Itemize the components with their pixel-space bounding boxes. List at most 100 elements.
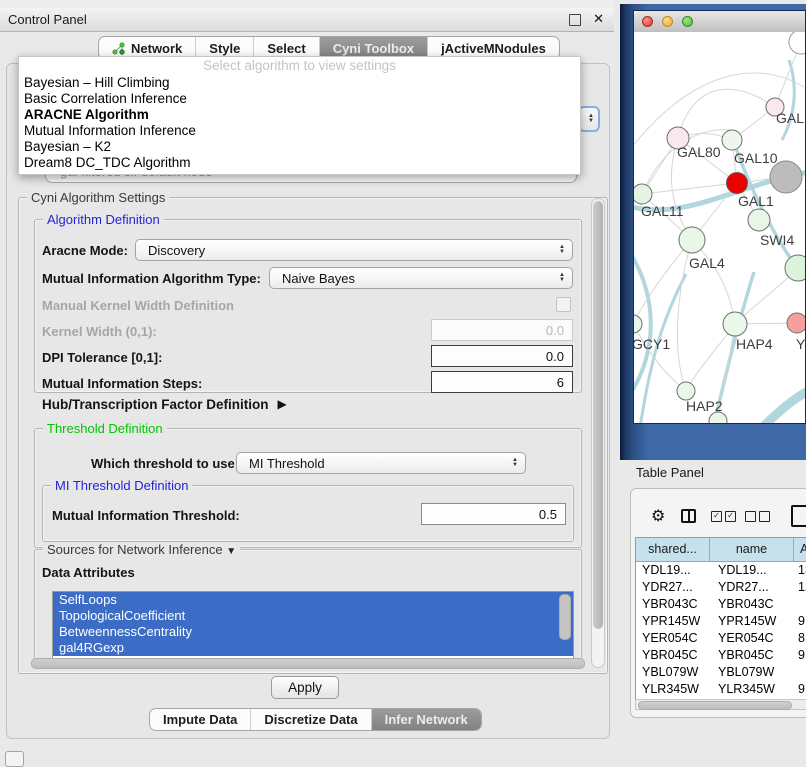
apply-button-label: Apply	[288, 680, 322, 695]
hub-definition-label: Hub/Transcription Factor Definition	[42, 397, 269, 412]
table-row[interactable]: YLR345WYLR345W9.	[636, 681, 806, 698]
list-item[interactable]: TopologicalCoefficient	[53, 608, 573, 624]
list-item[interactable]: BetweennessCentrality	[53, 624, 573, 640]
column-header[interactable]: name	[710, 538, 794, 561]
node-gal1-selected[interactable]	[727, 173, 748, 194]
node-label: GAL4	[689, 255, 725, 271]
checked-checkbox-icon[interactable]: ✓	[725, 511, 736, 522]
node-unlabeled[interactable]	[789, 32, 805, 54]
edge[interactable]	[782, 60, 794, 140]
unchecked-checkbox-icon[interactable]	[745, 511, 756, 522]
table-scrollbar-thumb[interactable]	[638, 701, 792, 710]
node-salmon[interactable]	[787, 313, 805, 333]
network-tab-icon	[112, 42, 125, 55]
zoom-traffic-light[interactable]	[682, 16, 693, 27]
node-label: HAP2	[686, 398, 723, 414]
mi-type-combo[interactable]: Naive Bayes ▲▼	[269, 267, 573, 289]
which-threshold-combo[interactable]: MI Threshold ▲▼	[236, 452, 526, 474]
edge[interactable]	[692, 240, 735, 324]
hub-definition-expander[interactable]: Hub/Transcription Factor Definition ▶	[42, 395, 287, 413]
mi-threshold-field[interactable]: 0.5	[421, 503, 566, 525]
node-swi4[interactable]	[748, 209, 770, 231]
dropdown-item[interactable]: Bayesian – Hill Climbing	[19, 75, 580, 91]
aracne-mode-value: Discovery	[148, 243, 205, 258]
table-row[interactable]: YDL19...YDL19...13	[636, 562, 806, 579]
algorithm-definition-title: Algorithm Definition	[43, 212, 164, 227]
table-row[interactable]: YDR27...YDR27...12	[636, 579, 806, 596]
table-row[interactable]: YBR045CYBR045C9.	[636, 647, 806, 664]
dropdown-placeholder: Select algorithm to view settings	[19, 57, 580, 75]
which-threshold-label: Which threshold to use:	[91, 456, 239, 471]
manual-kernel-checkbox[interactable]	[556, 297, 571, 312]
unchecked-checkbox-icon[interactable]	[759, 511, 770, 522]
settings-horizontal-scrollbar[interactable]	[31, 658, 585, 669]
minimize-traffic-light[interactable]	[662, 16, 673, 27]
table-row[interactable]: YBL079WYBL079W	[636, 664, 806, 681]
node-gal4[interactable]	[679, 227, 705, 253]
data-attributes-label: Data Attributes	[42, 565, 135, 580]
aracne-mode-label: Aracne Mode:	[42, 243, 128, 258]
top-strip	[0, 0, 614, 8]
dropdown-item[interactable]: Basic Correlation Inference	[19, 91, 580, 107]
sources-title-wrap[interactable]: Sources for Network Inference ▼	[43, 542, 240, 559]
dropdown-item[interactable]: Dream8 DC_TDC Algorithm	[19, 155, 580, 171]
tab-discretize-data[interactable]: Discretize Data	[250, 709, 370, 730]
node-label: SWI4	[760, 232, 794, 248]
spinner-arrows-icon: ▲▼	[512, 458, 518, 468]
data-attributes-list[interactable]: SelfLoops TopologicalCoefficient Between…	[52, 591, 574, 659]
close-icon[interactable]: ✕	[593, 11, 604, 27]
edge[interactable]	[678, 89, 775, 138]
tab-select-label: Select	[267, 41, 305, 56]
apply-button[interactable]: Apply	[271, 676, 339, 699]
mi-threshold-label: Mutual Information Threshold:	[52, 508, 240, 523]
hidden-algorithm-combo-fragment[interactable]: ▲ ▼	[578, 106, 600, 132]
tab-jactivemnodules-label: jActiveMNodules	[441, 41, 546, 56]
network-window-titlebar[interactable]	[634, 11, 805, 33]
list-item[interactable]: SelfLoops	[53, 592, 573, 608]
tab-style-label: Style	[209, 41, 240, 56]
gear-icon[interactable]: ⚙	[651, 506, 665, 526]
node-gcy1[interactable]	[634, 315, 642, 333]
control-panel-title: Control Panel	[8, 12, 87, 27]
aracne-mode-combo[interactable]: Discovery ▲▼	[135, 239, 573, 261]
dropdown-item[interactable]: Mutual Information Inference	[19, 123, 580, 139]
sources-title: Sources for Network Inference	[47, 542, 223, 557]
node-gal11[interactable]	[634, 184, 652, 204]
network-canvas[interactable]: GAL GAL80 GAL10 GAL1 GAL11 SWI4 GAL4 GCY…	[634, 32, 805, 423]
dpi-tolerance-value: 0.0	[546, 349, 564, 364]
edge[interactable]	[642, 183, 737, 194]
kernel-width-field[interactable]: 0.0	[431, 319, 573, 341]
checked-checkbox-icon[interactable]: ✓	[711, 511, 722, 522]
table-horizontal-scrollbar[interactable]	[635, 699, 806, 710]
columns-icon[interactable]	[681, 509, 696, 523]
node-gal10[interactable]	[722, 130, 742, 150]
mi-steps-field[interactable]: 6	[431, 371, 573, 393]
float-window-icon[interactable]	[569, 14, 581, 26]
list-item[interactable]: gal4RGexp	[53, 640, 573, 656]
dpi-tolerance-label: DPI Tolerance [0,1]:	[42, 350, 162, 365]
column-header[interactable]: A	[794, 538, 806, 561]
list-scrollbar[interactable]	[559, 594, 571, 640]
close-traffic-light[interactable]	[642, 16, 653, 27]
table-row[interactable]: YER054CYER054C8.	[636, 630, 806, 647]
dpi-tolerance-field[interactable]: 0.0	[431, 345, 573, 367]
column-header[interactable]: shared...	[636, 538, 710, 561]
node-hap4[interactable]	[723, 312, 747, 336]
node-label: HAP4	[736, 336, 773, 352]
tab-infer-network[interactable]: Infer Network	[371, 709, 481, 730]
spinner-arrows-icon: ▲▼	[559, 273, 565, 283]
document-icon[interactable]	[791, 505, 806, 527]
settings-vertical-scrollbar[interactable]	[591, 198, 605, 668]
tab-impute-data[interactable]: Impute Data	[150, 709, 250, 730]
restore-panel-button[interactable]	[5, 751, 24, 767]
dropdown-item[interactable]: Bayesian – K2	[19, 139, 580, 155]
tab-discretize-data-label: Discretize Data	[264, 712, 357, 727]
tab-impute-data-label: Impute Data	[163, 712, 237, 727]
table-row[interactable]: YPR145WYPR145W9.	[636, 613, 806, 630]
collapse-down-icon: ▼	[226, 546, 236, 557]
dropdown-item-aracne[interactable]: ARACNE Algorithm	[19, 107, 580, 123]
table-row[interactable]: YBR043CYBR043C	[636, 596, 806, 613]
edge[interactable]	[758, 389, 805, 423]
settings-scrollbar-thumb[interactable]	[593, 201, 603, 629]
node-label: GAL	[776, 110, 804, 126]
